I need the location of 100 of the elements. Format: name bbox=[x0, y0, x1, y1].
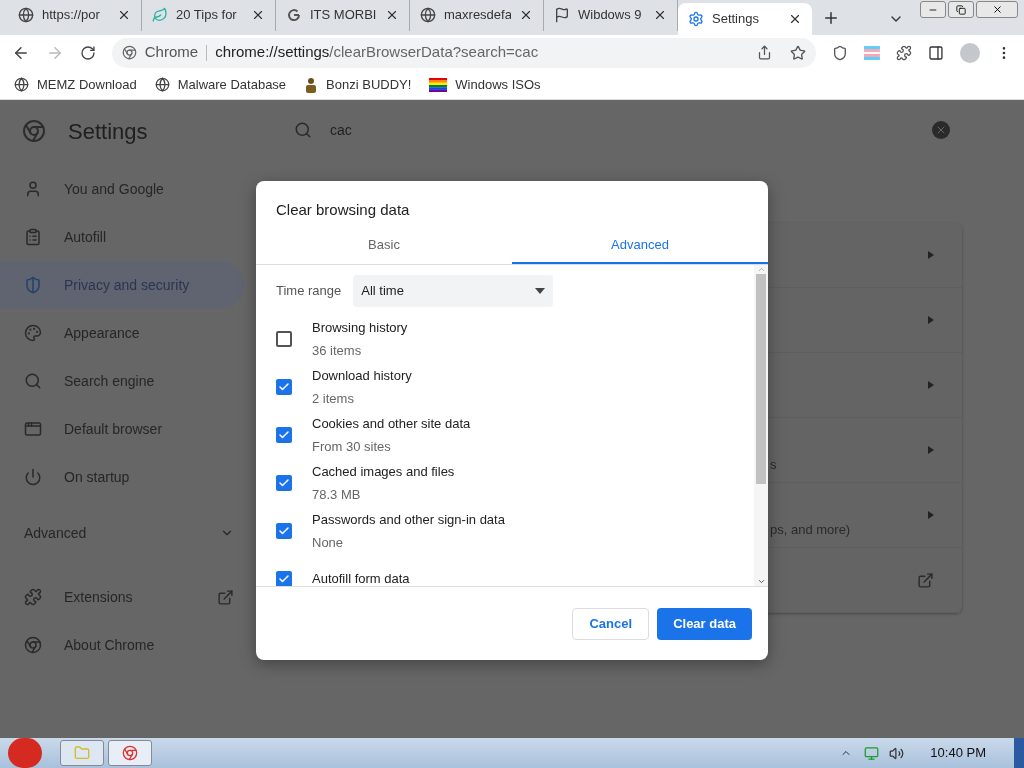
chrome-icon bbox=[121, 45, 137, 60]
item-detail: None bbox=[312, 534, 345, 552]
item-label: Autofill form data bbox=[312, 570, 410, 586]
share-icon[interactable] bbox=[757, 45, 773, 60]
arrow-icon[interactable] bbox=[928, 251, 934, 259]
leaf-icon bbox=[152, 7, 168, 23]
network-icon[interactable] bbox=[864, 745, 880, 761]
browser-tab[interactable]: maxresdefa bbox=[410, 0, 544, 31]
tab-title: 20 Tips for bbox=[176, 6, 238, 25]
tab-title: Wibdows 9 bbox=[578, 6, 643, 25]
globe-icon bbox=[154, 77, 170, 92]
palette-icon bbox=[24, 324, 42, 342]
item-detail: From 30 sites bbox=[312, 438, 392, 456]
close-icon bbox=[935, 124, 947, 136]
item-label: Passwords and other sign-in data bbox=[312, 510, 505, 529]
clock[interactable]: 10:40 PM bbox=[930, 743, 986, 763]
site-label: Chrome bbox=[144, 42, 199, 63]
dialog-tab[interactable]: Basic bbox=[256, 227, 512, 264]
bookmark[interactable]: MEMZ Download bbox=[14, 74, 137, 95]
chrome-icon bbox=[122, 745, 138, 761]
arrow-icon[interactable] bbox=[928, 446, 934, 454]
close-icon[interactable] bbox=[653, 8, 667, 22]
chrome-icon bbox=[24, 636, 42, 654]
browser-tab[interactable]: 20 Tips for bbox=[142, 0, 276, 31]
settings-title: Settings bbox=[68, 117, 148, 146]
checkbox[interactable] bbox=[276, 475, 292, 491]
tab-title: Settings bbox=[712, 10, 760, 29]
url-text: chrome://settings/clearBrowserData?search=cac bbox=[215, 42, 539, 63]
bookmark[interactable]: Bonzi BUDDY! bbox=[304, 74, 412, 95]
caret-icon bbox=[535, 288, 546, 294]
tab-title: maxresdefa bbox=[444, 6, 511, 25]
person-icon bbox=[24, 180, 42, 198]
gear-icon bbox=[688, 11, 704, 27]
time-range-select[interactable]: All time bbox=[353, 275, 554, 307]
browser-tab[interactable]: ITS MORBI bbox=[276, 0, 410, 31]
search-icon bbox=[294, 121, 312, 139]
globe-icon bbox=[14, 77, 29, 92]
start-button[interactable] bbox=[8, 738, 42, 768]
checkbox[interactable] bbox=[276, 331, 292, 347]
external-link-icon[interactable] bbox=[917, 571, 934, 589]
globe-icon bbox=[420, 7, 436, 23]
puzzle-icon bbox=[24, 588, 42, 606]
letter-g-icon bbox=[286, 7, 302, 23]
checkbox[interactable] bbox=[276, 523, 292, 539]
close-icon[interactable] bbox=[385, 8, 399, 22]
arrow-icon[interactable] bbox=[928, 511, 934, 519]
power-icon bbox=[24, 468, 42, 486]
setting-description: ps, and more) bbox=[770, 521, 851, 539]
checkbox[interactable] bbox=[276, 427, 292, 443]
external-link-icon[interactable] bbox=[217, 588, 234, 606]
clear-search-button[interactable] bbox=[932, 121, 950, 139]
close-icon[interactable] bbox=[519, 8, 533, 22]
extensions-icon[interactable] bbox=[896, 44, 913, 61]
item-detail: 78.3 MB bbox=[312, 486, 362, 504]
item-detail: 2 items bbox=[312, 390, 355, 408]
shield-icon[interactable] bbox=[832, 44, 849, 61]
taskbar-app[interactable] bbox=[60, 740, 104, 766]
arrow-icon[interactable] bbox=[928, 381, 934, 389]
search-icon bbox=[24, 372, 42, 390]
flag-icon bbox=[554, 7, 570, 23]
dialog-tab[interactable]: Advanced bbox=[512, 227, 768, 264]
arrow-icon[interactable] bbox=[928, 316, 934, 324]
scrollbar[interactable] bbox=[754, 265, 768, 586]
browser-tab[interactable]: Settings bbox=[678, 3, 812, 35]
volume-icon[interactable] bbox=[889, 745, 905, 761]
dialog-title: Clear browsing data bbox=[275, 200, 411, 220]
item-label: Browsing history bbox=[312, 318, 408, 337]
bookmark[interactable]: Windows ISOs bbox=[429, 74, 541, 95]
rainbow-flag-icon bbox=[429, 77, 448, 92]
globe-icon bbox=[18, 7, 34, 23]
new-tab-icon[interactable] bbox=[822, 9, 840, 27]
bookmark[interactable]: Malware Database bbox=[154, 74, 287, 95]
checkbox[interactable] bbox=[276, 379, 292, 395]
close-icon[interactable] bbox=[117, 8, 131, 22]
checkbox[interactable] bbox=[276, 571, 292, 586]
restore-button[interactable] bbox=[948, 1, 974, 18]
item-label: Cached images and files bbox=[312, 462, 455, 481]
check-icon bbox=[278, 381, 290, 393]
close-icon[interactable] bbox=[788, 12, 802, 26]
chrome-logo-icon bbox=[22, 119, 46, 143]
browser-tab[interactable]: https://por bbox=[8, 0, 142, 31]
item-label: Download history bbox=[312, 366, 412, 385]
check-icon bbox=[278, 429, 290, 441]
tab-title: ITS MORBI bbox=[310, 6, 377, 25]
taskbar-app[interactable] bbox=[108, 740, 152, 766]
scroll-down-icon[interactable] bbox=[756, 577, 766, 586]
item-label: Cookies and other site data bbox=[312, 414, 471, 433]
star-icon[interactable] bbox=[790, 44, 807, 61]
shield-icon bbox=[24, 276, 42, 294]
address-bar[interactable]: Chrome chrome://settings/clearBrowserData?search=cac bbox=[111, 37, 817, 68]
browser-window-icon bbox=[24, 420, 42, 438]
check-icon bbox=[278, 477, 290, 489]
reload-icon[interactable] bbox=[79, 44, 96, 61]
cancel-button[interactable]: Cancel bbox=[572, 607, 650, 640]
clear-data-button[interactable]: Clear data bbox=[657, 607, 752, 640]
check-icon bbox=[278, 573, 290, 585]
folder-icon bbox=[74, 745, 90, 761]
side-panel-icon[interactable] bbox=[928, 44, 945, 61]
check-icon bbox=[278, 525, 290, 537]
close-icon[interactable] bbox=[251, 8, 265, 22]
